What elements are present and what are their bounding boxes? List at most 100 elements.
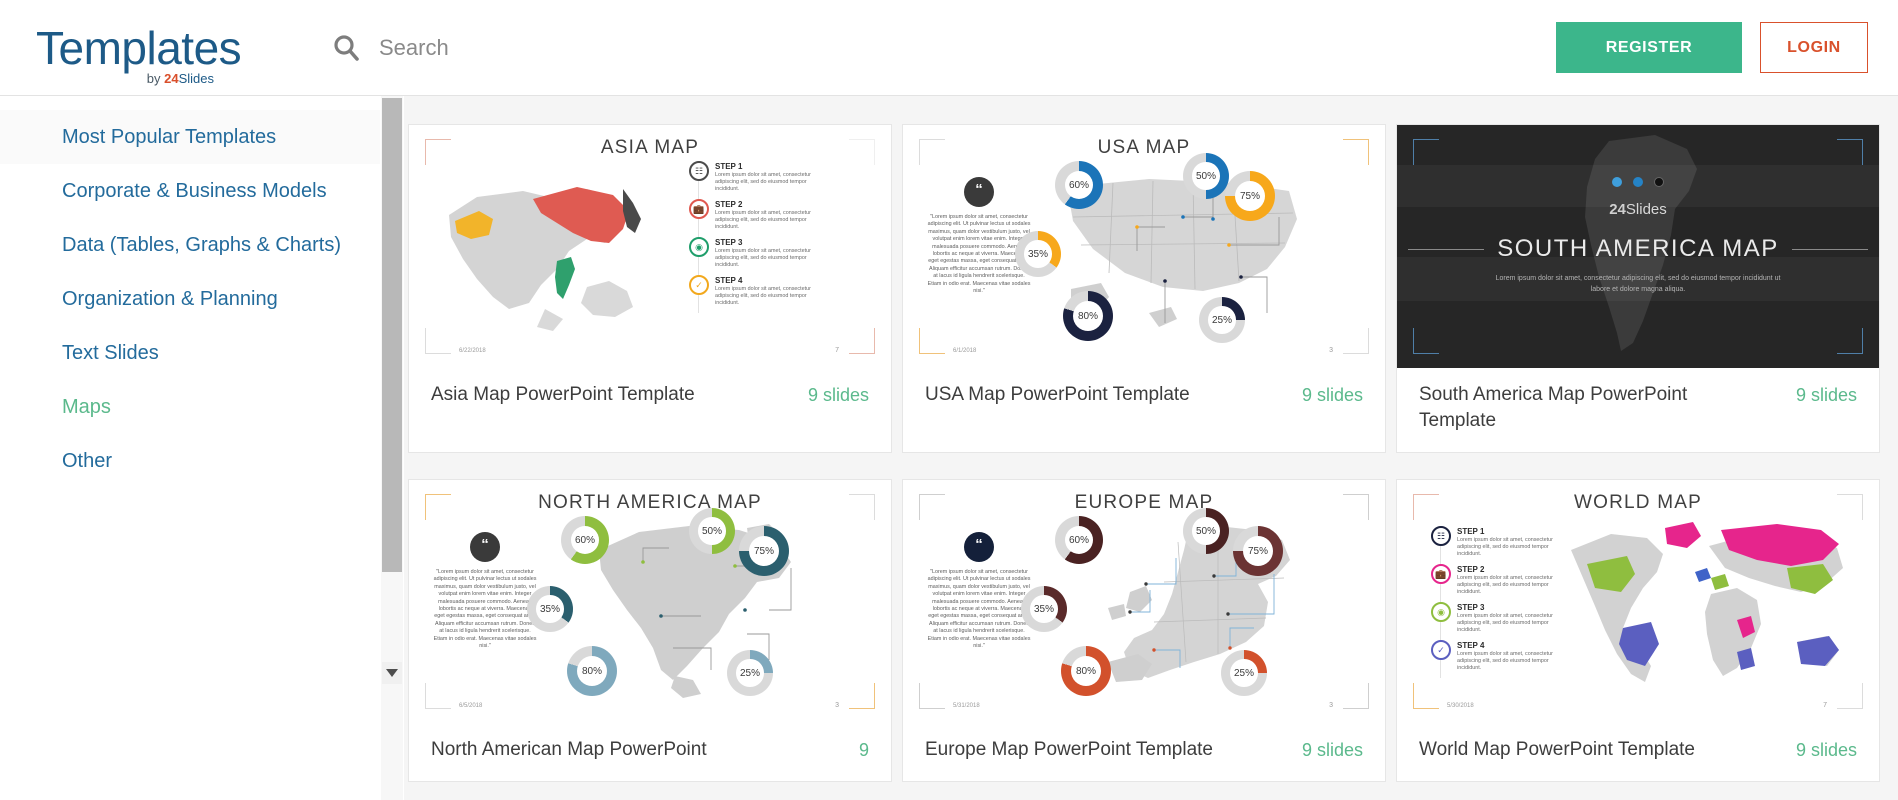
corner-mark-bottom-right [849, 683, 875, 709]
brand-logo[interactable]: Templates by 24Slides [36, 24, 266, 86]
title-rule-right [1791, 248, 1868, 250]
brand-24-label: 24 [164, 70, 179, 86]
scroll-down-button[interactable] [382, 662, 402, 684]
site-header: Templates by 24Slides REGISTER LOGIN [0, 0, 1898, 96]
step-item: ☷ STEP 1 Lorem ipsum dolor sit amet, con… [1431, 526, 1553, 558]
donut-value: 50% [1195, 170, 1216, 182]
step-label: STEP 4 [1457, 641, 1485, 650]
sidebar-item-text-slides[interactable]: Text Slides [0, 326, 380, 380]
globe-icon: ◉ [1431, 602, 1451, 622]
donut-value: 80% [1077, 310, 1098, 322]
card-title: Asia Map PowerPoint Template [431, 384, 695, 405]
template-card-europe-map[interactable]: EUROPE MAP “ "Lorem ipsum dolor sit amet… [902, 479, 1386, 782]
header-actions: REGISTER LOGIN [1556, 22, 1868, 73]
page-body: Most Popular Templates Corporate & Busin… [0, 96, 1898, 800]
sidebar-item-data-tables-graphs-charts[interactable]: Data (Tables, Graphs & Charts) [0, 218, 380, 272]
donut-chart-50: 50% [1183, 153, 1229, 199]
slide-preview: NORTH AMERICA MAP “ "Lorem ipsum dolor s… [409, 480, 891, 723]
donut-chart-80: 80% [567, 646, 617, 696]
donut-chart-60: 60% [1055, 516, 1103, 564]
slide-title: NORTH AMERICA MAP [538, 492, 762, 513]
donut-chart-80: 80% [1063, 291, 1113, 341]
step-item: ✓ STEP 4 Lorem ipsum dolor sit amet, con… [689, 275, 811, 307]
slide-page-number: 3 [1329, 702, 1333, 709]
slide-preview: USA MAP “ "Lorem ipsum dolor sit amet, c… [903, 125, 1385, 368]
slide-title: ASIA MAP [600, 137, 700, 158]
donut-chart-60: 60% [561, 516, 609, 564]
brand-slides-label: Slides [178, 70, 214, 86]
sidebar-item-maps[interactable]: Maps [0, 380, 380, 434]
donut-value: 75% [1239, 190, 1260, 202]
step-item: ◉ STEP 3 Lorem ipsum dolor sit amet, con… [1431, 602, 1553, 634]
brand-subtitle: by 24Slides [147, 71, 214, 86]
card-meta: Asia Map PowerPoint Template 9 slides [409, 368, 891, 426]
template-card-world-map[interactable]: WORLD MAP ☷ STEP 1 Lorem ipsum dolor sit… [1396, 479, 1880, 782]
quote-block: “ "Lorem ipsum dolor sit amet, consectet… [927, 177, 1031, 295]
step-item: ☷ STEP 1 Lorem ipsum dolor sit amet, con… [689, 161, 811, 193]
slide-indicator-dots [1397, 177, 1879, 187]
register-button[interactable]: REGISTER [1556, 22, 1742, 73]
sidebar-item-corporate-business-models[interactable]: Corporate & Business Models [0, 164, 380, 218]
step-description: Lorem ipsum dolor sit amet, consectetur … [715, 286, 811, 306]
slide-date: 6/1/2018 [953, 348, 977, 354]
donut-value: 80% [581, 665, 602, 677]
sidebar-item-most-popular-templates[interactable]: Most Popular Templates [0, 110, 380, 164]
slide-preview: WORLD MAP ☷ STEP 1 Lorem ipsum dolor sit… [1397, 480, 1879, 723]
step-description: Lorem ipsum dolor sit amet, consectetur … [1457, 613, 1553, 633]
logo-slides-label: Slides [1625, 201, 1667, 218]
card-title: USA Map PowerPoint Template [925, 384, 1190, 405]
step-label: STEP 1 [1457, 527, 1485, 536]
template-card-asia-map[interactable]: ASIA MAP ☷ STEP 1 Lorem ipsum dolor sit … [408, 124, 892, 453]
search-bar[interactable] [331, 33, 799, 63]
donut-chart-50: 50% [1183, 508, 1229, 554]
donut-value: 25% [1233, 667, 1254, 679]
slide-title: SOUTH AMERICA MAP [1397, 235, 1879, 263]
slide-preview: ASIA MAP ☷ STEP 1 Lorem ipsum dolor sit … [409, 125, 891, 368]
slide-title: EUROPE MAP [1074, 492, 1214, 513]
template-thumbnail: EUROPE MAP “ "Lorem ipsum dolor sit amet… [903, 480, 1385, 723]
template-card-north-america-map[interactable]: NORTH AMERICA MAP “ "Lorem ipsum dolor s… [408, 479, 892, 782]
corner-mark-bottom-right [849, 328, 875, 354]
search-icon [331, 33, 361, 63]
book-icon: ☷ [689, 161, 709, 181]
template-grid-area: ASIA MAP ☷ STEP 1 Lorem ipsum dolor sit … [404, 96, 1898, 800]
check-icon: ✓ [689, 275, 709, 295]
world-map-graphic [1571, 522, 1843, 682]
step-description: Lorem ipsum dolor sit amet, consectetur … [715, 172, 811, 192]
indicator-dot [1633, 177, 1643, 187]
quote-block: “ "Lorem ipsum dolor sit amet, consectet… [927, 532, 1031, 650]
quote-icon: “ [470, 532, 500, 562]
template-card-usa-map[interactable]: USA MAP “ "Lorem ipsum dolor sit amet, c… [902, 124, 1386, 453]
donut-value: 60% [574, 534, 595, 546]
corner-mark-top-left [1413, 139, 1439, 165]
step-label: STEP 2 [1457, 565, 1485, 574]
donut-chart-25: 25% [1221, 650, 1267, 696]
donut-value: 50% [1195, 525, 1216, 537]
step-label: STEP 1 [715, 162, 743, 171]
donut-chart-35: 35% [1021, 586, 1067, 632]
sidebar-scrollbar-thumb[interactable] [382, 98, 402, 572]
corner-mark-bottom-left [425, 683, 451, 709]
corner-mark-bottom-left [1413, 328, 1439, 354]
donut-chart-25: 25% [1199, 297, 1245, 343]
slide-title-text: SOUTH AMERICA MAP [1497, 235, 1779, 262]
card-meta: North American Map PowerPoint 9 [409, 723, 891, 781]
card-meta: World Map PowerPoint Template 9 slides [1397, 723, 1879, 781]
check-icon: ✓ [1431, 640, 1451, 660]
search-input[interactable] [379, 34, 799, 61]
template-grid: ASIA MAP ☷ STEP 1 Lorem ipsum dolor sit … [408, 124, 1898, 782]
step-description: Lorem ipsum dolor sit amet, consectetur … [1457, 537, 1553, 557]
book-icon: ☷ [1431, 526, 1451, 546]
donut-value: 50% [701, 525, 722, 537]
sidebar-item-organization-planning[interactable]: Organization & Planning [0, 272, 380, 326]
globe-icon: ◉ [689, 237, 709, 257]
donut-value: 35% [1033, 603, 1054, 615]
title-rule-left [1408, 248, 1485, 250]
sidebar-item-other[interactable]: Other [0, 434, 380, 488]
slide-page-number: 3 [1329, 347, 1333, 354]
card-slide-count: 9 slides [1795, 385, 1857, 405]
donut-chart-25: 25% [727, 650, 773, 696]
template-thumbnail: USA MAP “ "Lorem ipsum dolor sit amet, c… [903, 125, 1385, 368]
login-button[interactable]: LOGIN [1760, 22, 1868, 73]
template-card-south-america-map[interactable]: 24Slides SOUTH AMERICA MAP Lorem ipsum d… [1396, 124, 1880, 453]
